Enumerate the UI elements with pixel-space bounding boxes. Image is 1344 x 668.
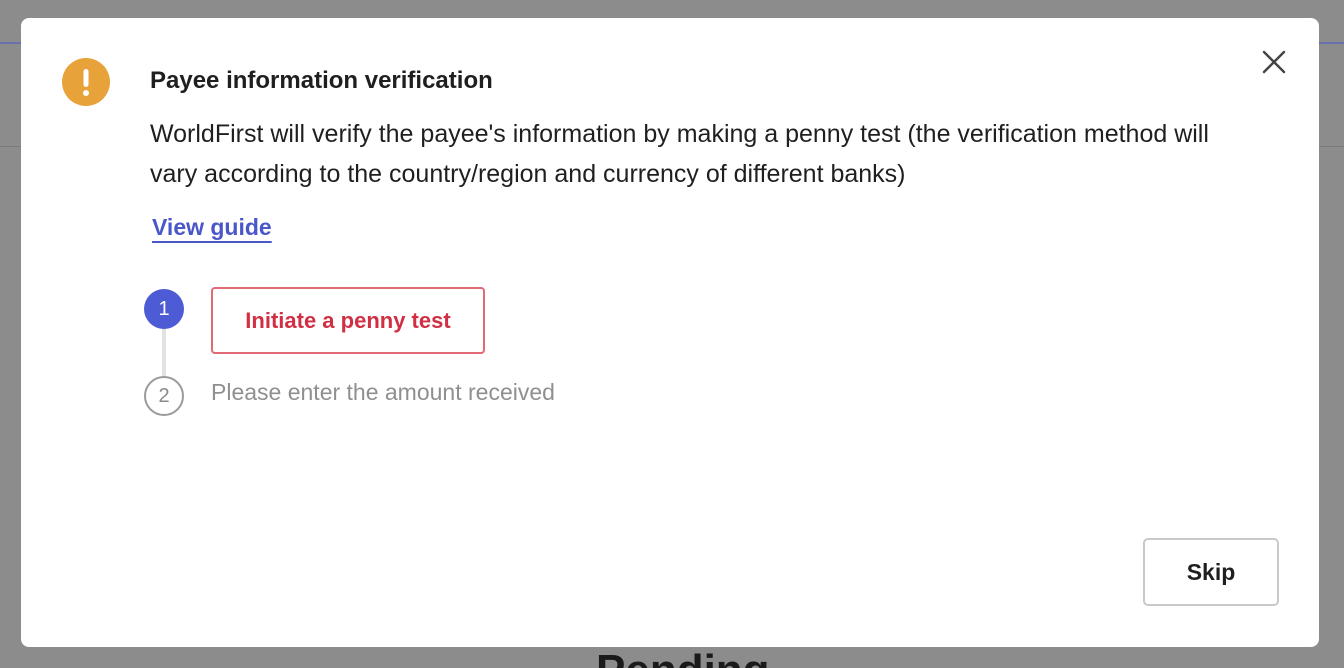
skip-button[interactable]: Skip — [1143, 538, 1279, 606]
step-2-indicator: 2 — [144, 376, 184, 416]
close-icon[interactable] — [1259, 47, 1289, 77]
background-page-heading: Pending — [596, 646, 770, 668]
step-1-indicator: 1 — [144, 289, 184, 329]
warning-exclamation-icon — [62, 58, 110, 106]
initiate-penny-test-button[interactable]: Initiate a penny test — [211, 287, 485, 354]
modal-description: WorldFirst will verify the payee's infor… — [150, 120, 1209, 188]
view-guide-link[interactable]: View guide — [152, 212, 272, 242]
verification-modal: Payee information verification WorldFirs… — [21, 18, 1319, 647]
modal-title: Payee information verification — [150, 67, 493, 94]
step-2-label: Please enter the amount received — [211, 379, 555, 405]
